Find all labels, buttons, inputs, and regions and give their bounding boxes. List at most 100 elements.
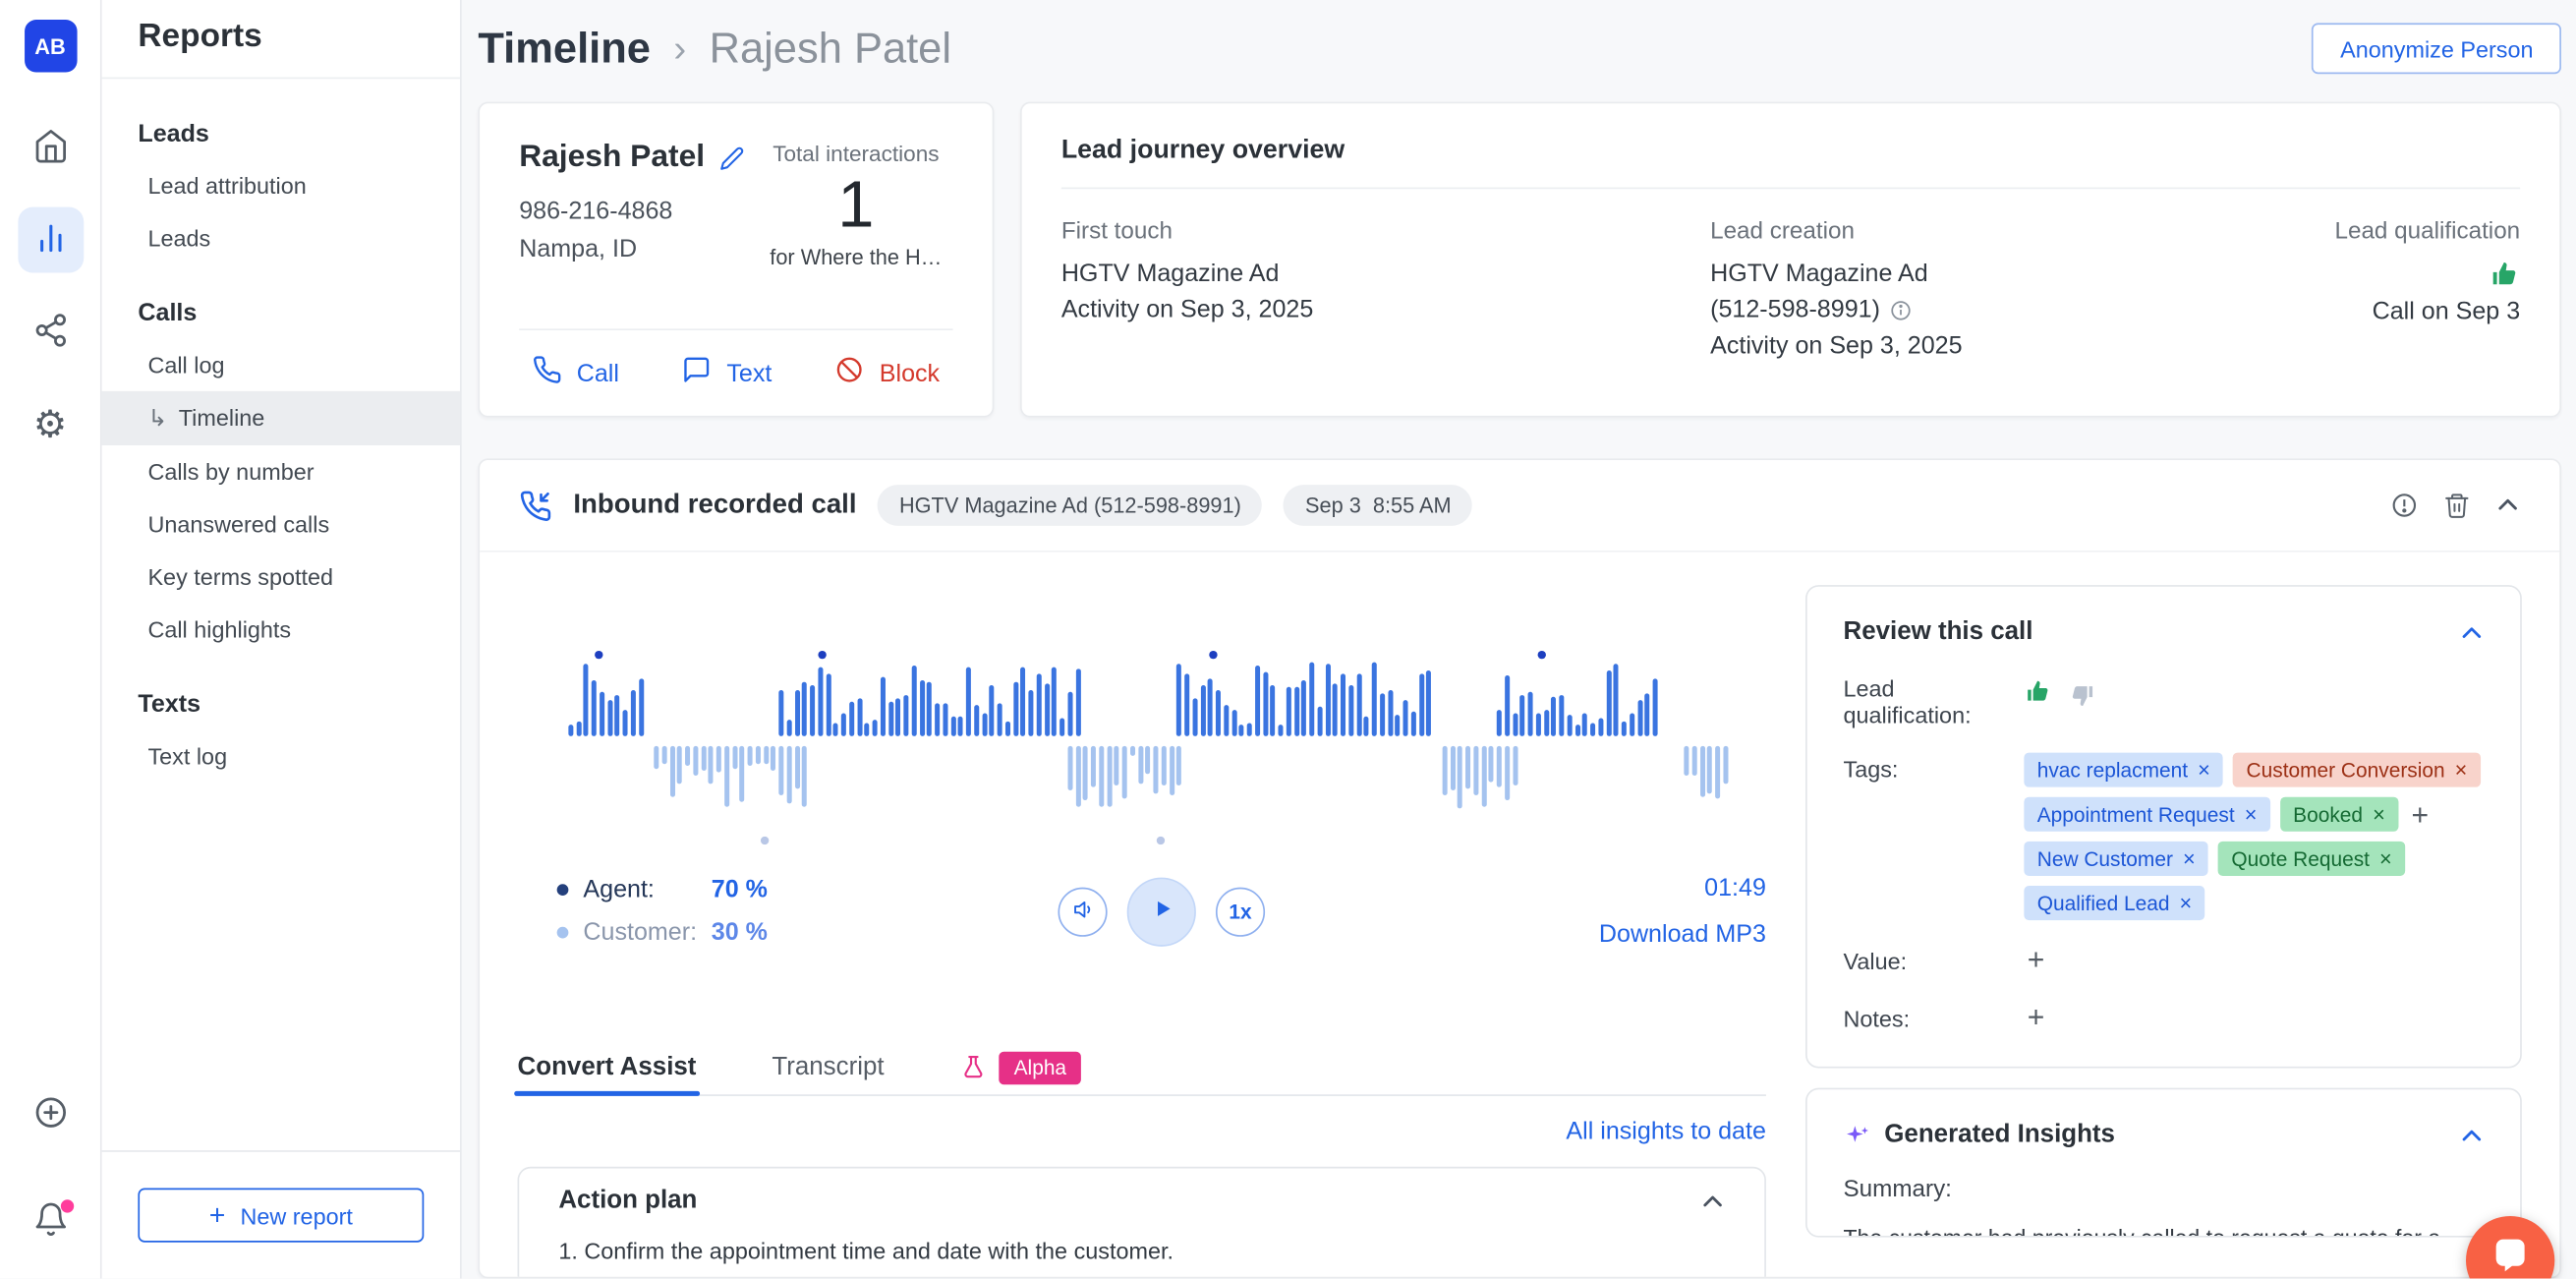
call-button[interactable]: Call: [533, 355, 619, 391]
sidebar-item-key-terms-spotted[interactable]: Key terms spotted: [102, 551, 460, 603]
playback-speed-button[interactable]: 1x: [1216, 887, 1265, 936]
waveform[interactable]: [560, 651, 1730, 822]
sidebar-item-timeline[interactable]: ↳ Timeline: [102, 391, 460, 445]
volume-button[interactable]: [1058, 887, 1107, 936]
call-tabs: Convert Assist Transcript Alpha: [518, 1040, 1766, 1096]
sub-item-arrow-icon: ↳: [147, 404, 167, 432]
waveform-marker-dot: [762, 837, 770, 844]
nav-settings[interactable]: ⚙: [18, 391, 84, 457]
download-mp3-link[interactable]: Download MP3: [1599, 920, 1766, 948]
call-header-icons: [2390, 492, 2520, 519]
sidebar-item-call-highlights[interactable]: Call highlights: [102, 603, 460, 655]
avatar[interactable]: AB: [24, 20, 76, 72]
rail-nav: ⚙: [18, 115, 84, 457]
thumbs-down-button[interactable]: [2068, 682, 2095, 710]
remove-tag-icon[interactable]: ×: [2183, 846, 2196, 871]
sidebar-item-calls-by-number[interactable]: Calls by number: [102, 445, 460, 497]
new-report-label: New report: [240, 1202, 352, 1229]
collapse-call-chevron-icon[interactable]: [2495, 493, 2520, 517]
summary-label: Summary:: [1843, 1177, 2484, 1203]
waveform-peak-dot: [818, 651, 826, 659]
person-name: Rajesh Patel: [519, 140, 705, 176]
nav-reports[interactable]: [18, 207, 84, 273]
breadcrumb-timeline[interactable]: Timeline: [478, 23, 651, 74]
sidebar-item-call-log[interactable]: Call log: [102, 338, 460, 390]
play-button[interactable]: [1127, 877, 1196, 946]
person-card: Rajesh Patel 986-216-4868 Nampa, ID Tota…: [478, 102, 994, 418]
call-button-label: Call: [577, 359, 619, 386]
review-collapse-chevron-icon[interactable]: [2459, 620, 2484, 645]
call-card: Inbound recorded call HGTV Magazine Ad (…: [478, 458, 2561, 1278]
tag-hvac-replacment: hvac replacment×: [2024, 753, 2223, 787]
nav-integrations[interactable]: [18, 299, 84, 365]
bar-chart-icon: [32, 219, 69, 261]
total-interactions-value: 1: [759, 169, 952, 243]
sidebar-item-lead-attribution[interactable]: Lead attribution: [102, 159, 460, 211]
sidebar-nav: Leads Lead attribution Leads Calls Call …: [102, 79, 460, 1150]
remove-tag-icon[interactable]: ×: [2245, 802, 2258, 827]
action-plan-header[interactable]: Action plan: [519, 1168, 1764, 1234]
insights-link-row: All insights to date: [518, 1118, 1766, 1147]
remove-tag-icon[interactable]: ×: [2198, 758, 2210, 783]
home-icon: [32, 128, 69, 169]
sidebar-item-timeline-label: Timeline: [179, 404, 265, 432]
sidebar-footer: + New report: [102, 1150, 460, 1278]
block-button-label: Block: [880, 359, 940, 386]
remove-tag-icon[interactable]: ×: [2373, 802, 2385, 827]
customer-talk-percent: 30 %: [712, 918, 768, 946]
sidebar-heading-texts: Texts: [138, 690, 460, 718]
waveform-customer-bars: [560, 746, 1730, 822]
call-source-pill[interactable]: HGTV Magazine Ad (512-598-8991): [878, 485, 1262, 526]
sidebar-title: Reports: [102, 0, 460, 79]
waveform-agent-bars: [560, 651, 1730, 736]
add-value-button[interactable]: +: [2024, 945, 2047, 974]
agent-talk-percent: 70 %: [712, 876, 768, 903]
insights-collapse-chevron-icon[interactable]: [2459, 1124, 2484, 1148]
first-touch-source: HGTV Magazine Ad: [1061, 257, 1710, 293]
player-info: 01:49 Download MP3: [1599, 874, 1766, 948]
tags-list: hvac replacment× Customer Conversion× Ap…: [2024, 753, 2484, 920]
remove-tag-icon[interactable]: ×: [2379, 846, 2392, 871]
flask-icon: [959, 1053, 987, 1080]
add-button[interactable]: [18, 1081, 84, 1147]
edit-pencil-icon[interactable]: [719, 145, 744, 170]
main-content: Timeline › Rajesh Patel Anonymize Person…: [462, 0, 2576, 1278]
block-button[interactable]: Block: [835, 355, 940, 391]
player-row: Agent: 70 % Customer: 30 %: [518, 861, 1766, 961]
call-time-pill[interactable]: Sep 3 8:55 AM: [1284, 485, 1472, 526]
nav-home[interactable]: [18, 115, 84, 181]
action-plan-chevron-icon[interactable]: [1700, 1189, 1725, 1213]
notes-label: Notes:: [1843, 1003, 2024, 1032]
left-rail: AB ⚙: [0, 0, 102, 1278]
notifications-button[interactable]: [18, 1187, 84, 1252]
anonymize-person-button[interactable]: Anonymize Person: [2313, 23, 2561, 74]
tab-convert-assist[interactable]: Convert Assist: [518, 1040, 697, 1094]
first-touch-activity: Activity on Sep 3, 2025: [1061, 293, 1710, 329]
plus-circle-icon: [32, 1093, 69, 1134]
trash-icon[interactable]: [2443, 492, 2471, 519]
all-insights-link[interactable]: All insights to date: [1566, 1118, 1766, 1145]
summary-text: The customer had previously called to re…: [1843, 1223, 2484, 1238]
lead-qualification-label: Lead qualification: [2334, 218, 2520, 245]
add-note-button[interactable]: +: [2024, 1003, 2047, 1032]
remove-tag-icon[interactable]: ×: [2180, 891, 2193, 915]
remove-tag-icon[interactable]: ×: [2455, 758, 2468, 783]
breadcrumb-person: Rajesh Patel: [710, 23, 951, 74]
thumbs-up-button[interactable]: [2024, 677, 2051, 705]
info-icon[interactable]: [1890, 299, 1913, 321]
add-tag-button[interactable]: +: [2408, 799, 2432, 829]
sidebar-item-text-log[interactable]: Text log: [102, 729, 460, 782]
alert-circle-icon[interactable]: [2390, 492, 2418, 519]
lead-qualification-column: Lead qualification Call on Sep 3: [2307, 218, 2520, 365]
sidebar-item-leads[interactable]: Leads: [102, 212, 460, 264]
customer-bullet-icon: [557, 927, 569, 939]
sidebar-item-unanswered-calls[interactable]: Unanswered calls: [102, 497, 460, 550]
share-nodes-icon: [32, 312, 69, 353]
first-touch-column: First touch HGTV Magazine Ad Activity on…: [1061, 218, 1710, 365]
tag-appointment-request: Appointment Request×: [2024, 797, 2269, 832]
text-button[interactable]: Text: [682, 355, 772, 391]
call-body: Agent: 70 % Customer: 30 %: [480, 552, 2559, 1277]
tab-transcript[interactable]: Transcript: [772, 1040, 884, 1094]
page-header: Timeline › Rajesh Patel Anonymize Person: [478, 23, 2561, 74]
new-report-button[interactable]: + New report: [138, 1189, 424, 1243]
